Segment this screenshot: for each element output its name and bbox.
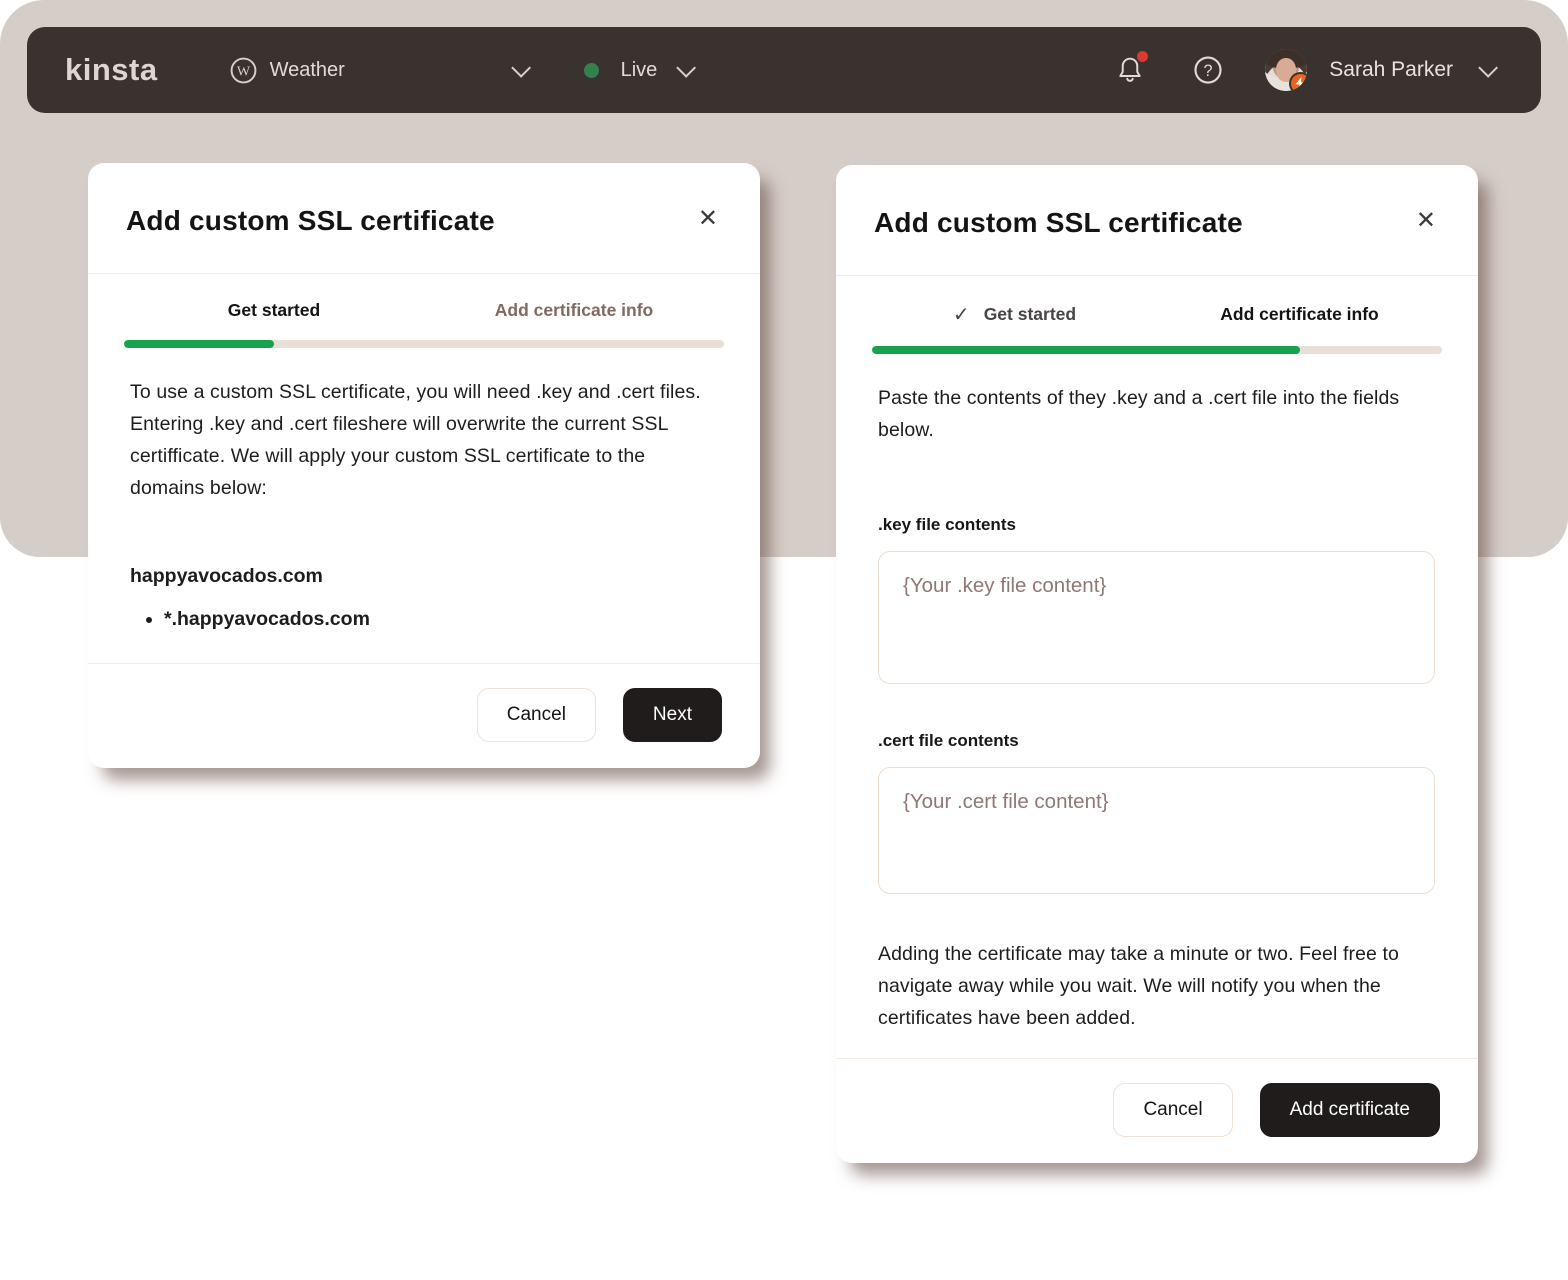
chevron-down-icon: [677, 58, 697, 78]
tab-label: Add certificate info: [1220, 304, 1379, 325]
instruction-text: Paste the contents of they .key and a .c…: [878, 382, 1442, 446]
question-circle-icon: ?: [1193, 55, 1223, 85]
modal-body: Paste the contents of they .key and a .c…: [836, 354, 1478, 1058]
tab-get-started[interactable]: ✓ Get started: [872, 302, 1157, 327]
modal-header: Add custom SSL certificate ✕: [88, 163, 760, 273]
tab-label: Get started: [984, 304, 1076, 325]
site-selector-dropdown[interactable]: W Weather: [230, 57, 526, 84]
tab-add-certificate-info[interactable]: Add certificate info: [1157, 302, 1442, 327]
help-button[interactable]: ?: [1191, 53, 1225, 87]
progress-fill: [872, 346, 1300, 354]
key-file-label: .key file contents: [878, 515, 1016, 534]
notifications-button[interactable]: [1113, 53, 1147, 87]
modal-header: Add custom SSL certificate ✕: [836, 165, 1478, 275]
environment-label: Live: [621, 59, 658, 82]
modal-footer: Cancel Next: [88, 663, 760, 768]
user-name: Sarah Parker: [1329, 58, 1453, 82]
top-navigation-bar: kinsta W Weather Live ?: [27, 27, 1541, 113]
chevron-down-icon: [1478, 58, 1498, 78]
progress-fill: [124, 340, 274, 348]
instruction-text: To use a custom SSL certificate, you wil…: [130, 376, 724, 504]
modal-title: Add custom SSL certificate: [874, 207, 1243, 239]
modal-footer: Cancel Add certificate: [836, 1058, 1478, 1163]
progress-bar: [124, 340, 724, 348]
note-text: Adding the certificate may take a minute…: [878, 938, 1442, 1034]
key-field-group: .key file contents: [878, 508, 1442, 684]
user-menu[interactable]: Sarah Parker: [1265, 49, 1493, 91]
close-icon[interactable]: ✕: [1410, 207, 1442, 235]
tab-label: Add certificate info: [495, 300, 654, 321]
step-tabs: Get started Add certificate info: [88, 274, 760, 321]
svg-text:?: ?: [1204, 62, 1213, 80]
domain-alias-list: *.happyavocados.com: [164, 604, 724, 634]
add-certificate-button[interactable]: Add certificate: [1260, 1083, 1440, 1137]
tab-get-started[interactable]: Get started: [124, 300, 424, 321]
tab-add-certificate-info[interactable]: Add certificate info: [424, 300, 724, 321]
next-button[interactable]: Next: [623, 688, 722, 742]
environment-selector[interactable]: Live: [584, 59, 692, 82]
modal-body: To use a custom SSL certificate, you wil…: [88, 348, 760, 658]
cert-file-label: .cert file contents: [878, 731, 1019, 750]
key-file-input[interactable]: [878, 551, 1435, 684]
domain-block: happyavocados.com *.happyavocados.com: [130, 560, 724, 634]
cert-field-group: .cert file contents: [878, 724, 1442, 894]
tab-label: Get started: [228, 300, 320, 321]
ssl-modal-step2: Add custom SSL certificate ✕ ✓ Get start…: [836, 165, 1478, 1163]
domain-alias-item: *.happyavocados.com: [164, 604, 724, 634]
svg-text:W: W: [236, 63, 250, 79]
modal-title: Add custom SSL certificate: [126, 205, 495, 237]
cancel-button[interactable]: Cancel: [477, 688, 596, 742]
step-tabs: ✓ Get started Add certificate info: [836, 276, 1478, 327]
notification-badge: [1137, 51, 1148, 62]
check-icon: ✓: [953, 302, 970, 327]
avatar: [1265, 49, 1307, 91]
ssl-modal-step1: Add custom SSL certificate ✕ Get started…: [88, 163, 760, 768]
wordpress-icon: W: [230, 57, 257, 84]
lightning-badge-icon: [1289, 72, 1307, 91]
cancel-button[interactable]: Cancel: [1113, 1083, 1232, 1137]
close-icon[interactable]: ✕: [692, 205, 724, 233]
chevron-down-icon: [511, 58, 531, 78]
progress-bar: [872, 346, 1442, 354]
site-selector-label: Weather: [270, 59, 512, 82]
live-status-dot-icon: [584, 63, 599, 78]
domain-name: happyavocados.com: [130, 560, 724, 592]
kinsta-logo[interactable]: kinsta: [65, 52, 158, 88]
cert-file-input[interactable]: [878, 767, 1435, 894]
